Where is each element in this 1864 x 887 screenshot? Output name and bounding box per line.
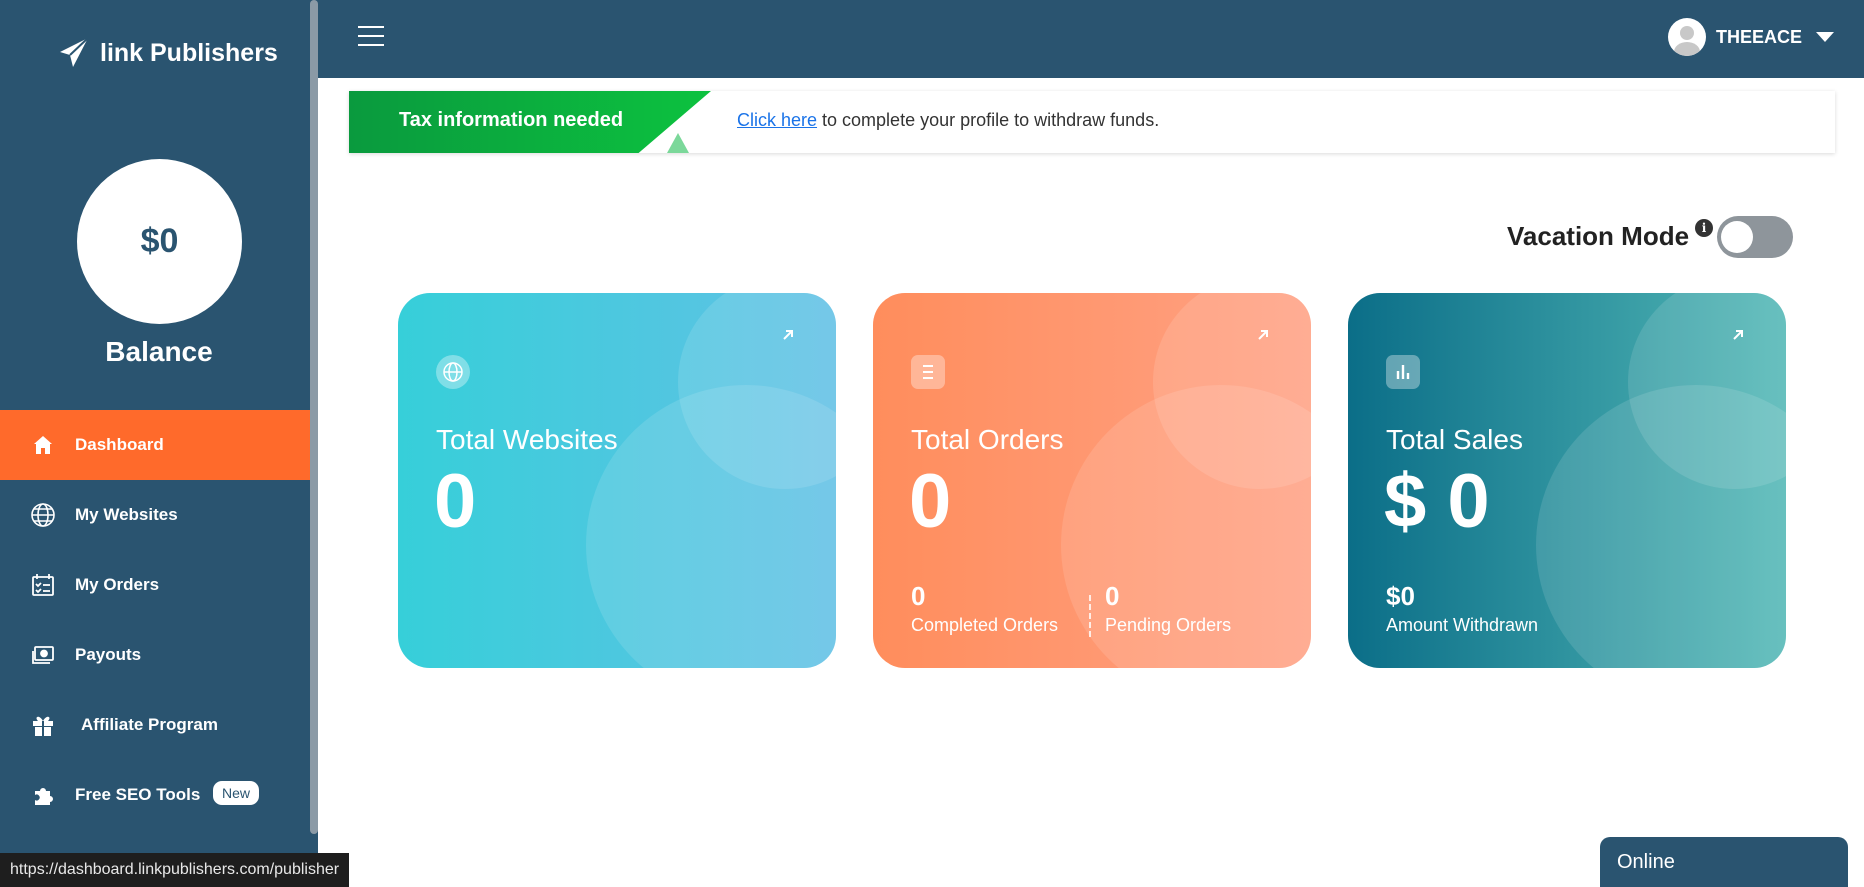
new-badge: New (213, 781, 260, 805)
sidebar-item-affiliate-program[interactable]: Affiliate Program (0, 690, 318, 760)
card-title: Total Sales (1386, 424, 1523, 455)
gift-icon (28, 710, 58, 740)
card-decoration (1536, 385, 1786, 668)
vacation-mode: Vacation Mode i (1507, 215, 1794, 258)
card-title: Total Orders (911, 424, 1064, 455)
vacation-mode-toggle[interactable] (1717, 216, 1794, 258)
completed-orders: 0 Completed Orders (911, 583, 1058, 636)
sidebar-item-label: My Orders (75, 575, 160, 594)
sidebar-item-label: Affiliate Program (81, 715, 218, 734)
sidebar-item-label: Dashboard (75, 435, 164, 454)
banner-title: Tax information needed (399, 109, 624, 131)
home-icon (28, 430, 58, 460)
sidebar-item-label: My Websites (75, 505, 178, 524)
amount-withdrawn-label: Amount Withdrawn (1386, 615, 1539, 635)
click-here-link[interactable]: Click here (737, 110, 817, 130)
username: THEEACE (1715, 26, 1802, 47)
sidebar-item-label: Payouts (75, 645, 142, 664)
completed-orders-label: Completed Orders (911, 615, 1059, 635)
tax-info-banner: Tax information needed Click here to com… (349, 91, 1835, 153)
pending-orders-label: Pending Orders (1105, 615, 1232, 635)
hamburger-menu-icon[interactable] (358, 26, 384, 46)
balance-label: Balance (105, 336, 213, 367)
puzzle-icon (28, 780, 58, 810)
balance-amount: $0 (140, 222, 179, 260)
orders-icon (28, 570, 58, 600)
sidebar-item-dashboard[interactable]: Dashboard (0, 410, 318, 480)
vacation-mode-label: Vacation Mode (1507, 221, 1690, 251)
sidebar-item-my-websites[interactable]: My Websites (0, 480, 318, 550)
topbar: THEEACE (318, 0, 1864, 78)
arrow-up-right-icon[interactable] (780, 327, 796, 343)
pending-orders: 0 Pending Orders (1105, 583, 1231, 636)
sidebar-item-my-orders[interactable]: My Orders (0, 550, 318, 620)
sidebar-item-label: Free SEO Tools (75, 785, 201, 804)
globe-icon (436, 355, 470, 389)
app: link Publishers $0 Balance Dashboard My … (0, 0, 1864, 887)
chevron-down-icon (1816, 32, 1834, 42)
banner-message: Click here to complete your profile to w… (737, 110, 1159, 131)
card-value: 0 (434, 459, 477, 544)
total-sales-card[interactable]: Total Sales $ 0 $0 Amount Withdrawn (1348, 293, 1786, 668)
amount-withdrawn-value: $0 (1386, 581, 1415, 611)
total-websites-card[interactable]: Total Websites 0 (398, 293, 836, 668)
balance-circle: $0 (77, 159, 242, 324)
paper-plane-icon (60, 37, 89, 67)
card-value: 0 (909, 459, 952, 544)
banner-message-text: to complete your profile to withdraw fun… (817, 110, 1160, 130)
banner-fold (667, 133, 689, 153)
sidebar-item-payouts[interactable]: Payouts (0, 620, 318, 690)
sidebar-scrollbar[interactable] (310, 0, 318, 834)
toggle-knob (1721, 221, 1754, 253)
bar-chart-icon (1386, 355, 1420, 389)
logo[interactable]: link Publishers (54, 34, 278, 72)
total-orders-card[interactable]: Total Orders 0 0 Completed Orders 0 Pend… (873, 293, 1311, 668)
sidebar-nav: Dashboard My Websites My Orders Payouts (0, 410, 318, 830)
avatar (1667, 18, 1706, 56)
info-icon[interactable]: i (1695, 219, 1714, 237)
user-menu[interactable]: THEEACE (1667, 18, 1834, 56)
card-title: Total Websites (436, 424, 618, 455)
payout-icon (28, 640, 58, 670)
divider (1089, 595, 1091, 637)
completed-orders-value: 0 (911, 581, 926, 611)
globe-icon (28, 500, 58, 530)
document-icon (911, 355, 945, 389)
arrow-up-right-icon[interactable] (1730, 327, 1746, 343)
logo-text: link Publishers (100, 38, 278, 67)
pending-orders-value: 0 (1105, 581, 1120, 611)
amount-withdrawn: $0 Amount Withdrawn (1386, 583, 1538, 636)
arrow-up-right-icon[interactable] (1255, 327, 1271, 343)
chat-status: Online (1617, 851, 1675, 873)
sidebar: link Publishers $0 Balance Dashboard My … (0, 0, 318, 887)
card-decoration (586, 385, 836, 668)
status-bar-url: https://dashboard.linkpublishers.com/pub… (0, 853, 350, 887)
chat-widget[interactable]: Online (1600, 837, 1848, 887)
card-value: $ 0 (1384, 459, 1490, 544)
sidebar-item-free-seo-tools[interactable]: Free SEO Tools New (0, 760, 318, 830)
